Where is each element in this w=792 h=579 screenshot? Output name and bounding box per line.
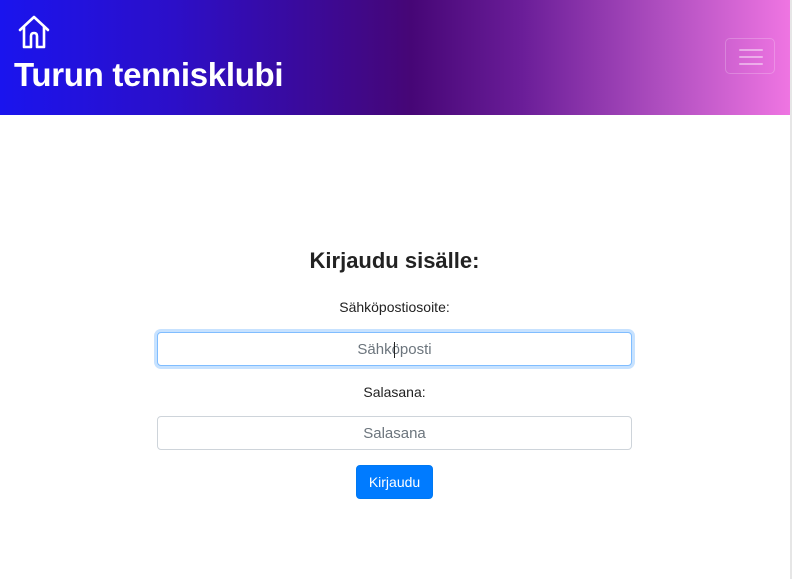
site-brand[interactable]: Turun tennisklubi bbox=[14, 55, 284, 95]
email-label: Sähköpostiosoite: bbox=[339, 299, 450, 315]
navbar-toggler-button[interactable] bbox=[725, 38, 775, 74]
page: Turun tennisklubi Kirjaudu sisälle: Sähk… bbox=[0, 0, 792, 579]
home-icon bbox=[18, 15, 50, 49]
home-link[interactable] bbox=[16, 14, 54, 50]
login-button[interactable]: Kirjaudu bbox=[356, 465, 433, 499]
password-input[interactable] bbox=[157, 416, 632, 450]
password-label: Salasana: bbox=[363, 384, 426, 400]
login-title: Kirjaudu sisälle: bbox=[309, 248, 480, 273]
email-input[interactable] bbox=[157, 332, 632, 366]
navbar: Turun tennisklubi bbox=[0, 0, 790, 115]
